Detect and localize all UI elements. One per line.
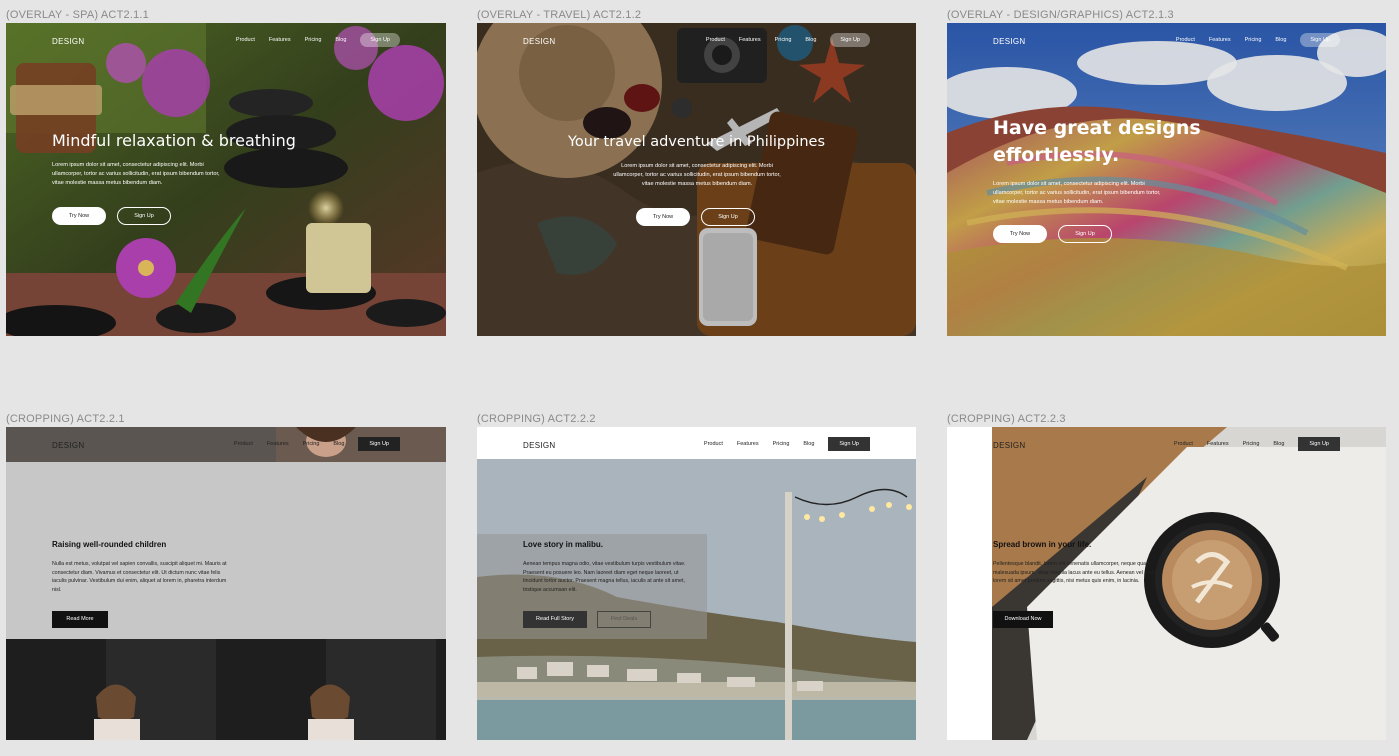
- frame-label-design: (OVERLAY - DESIGN/GRAPHICS) ACT2.1.3: [947, 9, 1174, 21]
- nav-features[interactable]: Features: [1207, 441, 1229, 447]
- section-title: Raising well-rounded children: [52, 540, 167, 549]
- read-more-button[interactable]: Read More: [52, 611, 108, 628]
- signup-button[interactable]: Sign Up: [701, 208, 755, 226]
- signup-button[interactable]: Sign Up: [1058, 225, 1112, 243]
- nav-links: Product Features Pricing Blog Sign Up: [706, 33, 870, 47]
- nav-blog[interactable]: Blog: [333, 441, 344, 447]
- hero-title: Your travel adventure in Philippines: [567, 134, 825, 150]
- nav-blog[interactable]: Blog: [803, 441, 814, 447]
- nav-product[interactable]: Product: [1176, 37, 1195, 43]
- hero-body: Lorem ipsum dolor sit amet, consectetur …: [52, 162, 220, 186]
- frame-label-spa: (OVERLAY - SPA) ACT2.1.1: [6, 9, 149, 21]
- brand-logo[interactable]: DESIGN: [993, 37, 1025, 46]
- crop2-navbar: DESIGN Product Features Pricing Blog Sig…: [477, 427, 916, 459]
- download-now-button[interactable]: Download Now: [993, 611, 1053, 628]
- nav-pricing[interactable]: Pricing: [303, 441, 320, 447]
- hero-title: Have great designs effortlessly.: [993, 115, 1201, 169]
- nav-signup-button[interactable]: Sign Up: [828, 437, 870, 451]
- nav-links: Product Features Pricing Blog Sign Up: [1174, 437, 1340, 451]
- section-title: Love story in malibu.: [523, 540, 604, 549]
- brand-logo[interactable]: DESIGN: [993, 441, 1025, 450]
- section-body: Aenean tempus magna odio, vitae vestibul…: [523, 561, 686, 593]
- section-title: Spread brown in your life.: [993, 540, 1092, 549]
- nav-product[interactable]: Product: [706, 37, 725, 43]
- brand-logo[interactable]: DESIGN: [523, 441, 555, 450]
- nav-pricing[interactable]: Pricing: [1245, 37, 1262, 43]
- try-now-button[interactable]: Try Now: [52, 207, 106, 225]
- frame-label-travel: (OVERLAY - TRAVEL) ACT2.1.2: [477, 9, 642, 21]
- frame-label-crop-3: (CROPPING) ACT2.2.3: [947, 413, 1066, 425]
- crop1-navbar: DESIGN Product Features Pricing Blog Sig…: [6, 427, 446, 463]
- frame-label-crop-1: (CROPPING) ACT2.2.1: [6, 413, 125, 425]
- nav-product[interactable]: Product: [704, 441, 723, 447]
- nav-links: Product Features Pricing Blog Sign Up: [704, 437, 870, 451]
- nav-product[interactable]: Product: [234, 441, 253, 447]
- frame-design[interactable]: DESIGN Product Features Pricing Blog Sig…: [947, 23, 1386, 336]
- nav-links: Product Features Pricing Blog Sign Up: [234, 437, 400, 451]
- nav-blog[interactable]: Blog: [805, 37, 816, 43]
- hero-title-line-1: Have great designs: [993, 117, 1201, 139]
- nav-features[interactable]: Features: [739, 37, 761, 43]
- nav-signup-button[interactable]: Sign Up: [1298, 437, 1340, 451]
- crop3-navbar: DESIGN Product Features Pricing Blog Sig…: [947, 427, 1386, 463]
- signup-button[interactable]: Sign Up: [117, 207, 171, 225]
- frame-crop-1[interactable]: DESIGN Product Features Pricing Blog Sig…: [6, 427, 446, 740]
- nav-features[interactable]: Features: [737, 441, 759, 447]
- frame-travel[interactable]: DESIGN Product Features Pricing Blog Sig…: [477, 23, 916, 336]
- nav-signup-button[interactable]: Sign Up: [1300, 33, 1340, 47]
- nav-features[interactable]: Features: [269, 37, 291, 43]
- read-full-story-button[interactable]: Read Full Story: [523, 611, 587, 628]
- try-now-button[interactable]: Try Now: [636, 208, 690, 226]
- nav-pricing[interactable]: Pricing: [305, 37, 322, 43]
- nav-pricing[interactable]: Pricing: [775, 37, 792, 43]
- frame-label-crop-2: (CROPPING) ACT2.2.2: [477, 413, 596, 425]
- nav-links: Product Features Pricing Blog Sign Up: [236, 33, 400, 47]
- brand-logo[interactable]: DESIGN: [52, 441, 84, 450]
- hero-title: Mindful relaxation & breathing: [52, 131, 296, 150]
- nav-pricing[interactable]: Pricing: [773, 441, 790, 447]
- travel-navbar: DESIGN Product Features Pricing Blog Sig…: [477, 23, 916, 59]
- nav-pricing[interactable]: Pricing: [1243, 441, 1260, 447]
- hero-body: Lorem ipsum dolor sit amet, consectetur …: [613, 163, 781, 187]
- find-deals-button[interactable]: Find Deals: [597, 611, 651, 628]
- design-navbar: DESIGN Product Features Pricing Blog Sig…: [947, 23, 1386, 59]
- nav-blog[interactable]: Blog: [335, 37, 346, 43]
- frame-spa[interactable]: DESIGN Product Features Pricing Blog Sig…: [6, 23, 446, 336]
- section-body: Pellentesque blandit, lorem elit venenat…: [993, 561, 1160, 584]
- nav-signup-button[interactable]: Sign Up: [358, 437, 400, 451]
- nav-blog[interactable]: Blog: [1273, 441, 1284, 447]
- brand-logo[interactable]: DESIGN: [523, 37, 555, 46]
- nav-signup-button[interactable]: Sign Up: [360, 33, 400, 47]
- nav-signup-button[interactable]: Sign Up: [830, 33, 870, 47]
- frame-crop-3[interactable]: DESIGN Product Features Pricing Blog Sig…: [947, 427, 1386, 740]
- frame-crop-2[interactable]: DESIGN Product Features Pricing Blog Sig…: [477, 427, 916, 740]
- hero-title-line-2: effortlessly.: [993, 144, 1120, 166]
- hero-body: Lorem ipsum dolor sit amet, consectetur …: [993, 181, 1161, 205]
- spa-navbar: DESIGN Product Features Pricing Blog Sig…: [6, 23, 446, 59]
- section-body: Nulla est metus, volutpat vel sapien con…: [52, 561, 227, 593]
- nav-product[interactable]: Product: [1174, 441, 1193, 447]
- nav-features[interactable]: Features: [267, 441, 289, 447]
- brand-logo[interactable]: DESIGN: [52, 37, 84, 46]
- nav-links: Product Features Pricing Blog Sign Up: [1176, 33, 1340, 47]
- nav-blog[interactable]: Blog: [1275, 37, 1286, 43]
- try-now-button[interactable]: Try Now: [993, 225, 1047, 243]
- nav-product[interactable]: Product: [236, 37, 255, 43]
- nav-features[interactable]: Features: [1209, 37, 1231, 43]
